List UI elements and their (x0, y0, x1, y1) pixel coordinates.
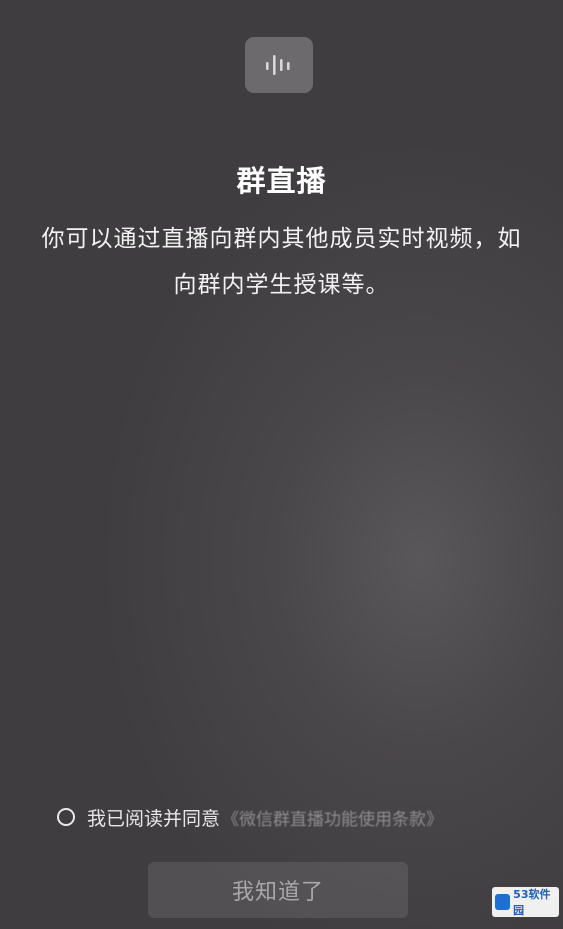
watermark-text: 53软件园 (513, 888, 551, 917)
agreement-row[interactable]: 我已阅读并同意 《微信群直播功能使用条款》 (57, 802, 443, 832)
page-title: 群直播 (236, 164, 327, 198)
site-watermark: 53软件园 (492, 887, 559, 917)
group-live-intro-screen: 群直播 你可以通过直播向群内其他成员实时视频，如 向群内学生授课等。 我已阅读并… (0, 0, 563, 929)
agree-label[interactable]: 我已阅读并同意 (87, 804, 220, 831)
feature-description: 你可以通过直播向群内其他成员实时视频，如 向群内学生授课等。 (28, 216, 535, 308)
53-logo-icon (495, 894, 511, 910)
terms-link[interactable]: 《微信群直播功能使用条款》 (222, 805, 443, 830)
description-line-2: 向群内学生授课等。 (173, 272, 390, 298)
live-audio-wave-icon (245, 37, 313, 93)
agree-radio[interactable] (57, 808, 75, 826)
got-it-button[interactable]: 我知道了 (148, 862, 408, 918)
description-line-1: 你可以通过直播向群内其他成员实时视频，如 (41, 226, 522, 252)
